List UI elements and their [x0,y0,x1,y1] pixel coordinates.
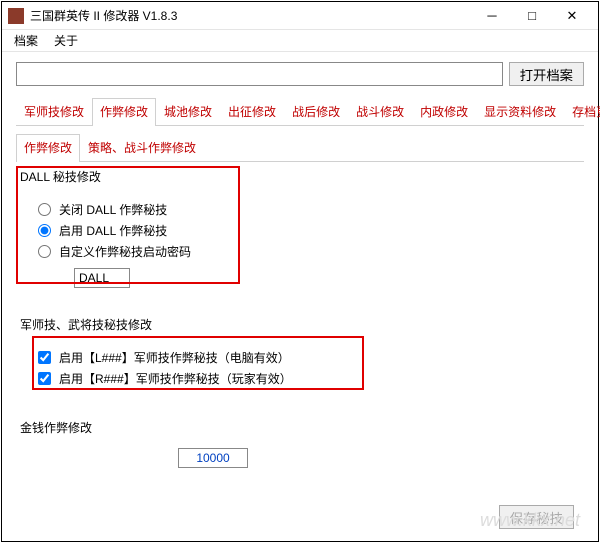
sub-tab-0[interactable]: 作弊修改 [16,134,80,162]
menubar: 档案 关于 [2,30,598,52]
window-title: 三国群英传 II 修改器 V1.8.3 [30,7,472,24]
dall-radio-label-2: 自定义作弊秘技启动密码 [59,243,191,260]
menu-file[interactable]: 档案 [6,30,46,51]
client-area: 打开档案 军师技修改作弊修改城池修改出征修改战后修改战斗修改内政修改显示资料修改… [2,52,598,541]
menu-about[interactable]: 关于 [46,30,86,51]
main-tab-6[interactable]: 内政修改 [412,98,476,125]
main-tabs: 军师技修改作弊修改城池修改出征修改战后修改战斗修改内政修改显示资料修改存档更名 [16,98,584,126]
dall-radio-group: 关闭 DALL 作弊秘技启用 DALL 作弊秘技自定义作弊秘技启动密码 [18,191,582,294]
main-tab-3[interactable]: 出征修改 [220,98,284,125]
sub-tab-1[interactable]: 策略、战斗作弊修改 [80,134,204,161]
skill-check-row-1: 启用【R###】军师技作弊秘技（玩家有效） [38,370,578,387]
dall-radio-row-0: 关闭 DALL 作弊秘技 [38,201,578,218]
footer: 保存秘技 [16,501,584,535]
maximize-button[interactable]: □ [512,4,552,28]
file-path-input[interactable] [16,62,503,86]
group-money: 金钱作弊修改 [18,419,582,474]
skill-check-label-1: 启用【R###】军师技作弊秘技（玩家有效） [59,370,292,387]
money-input[interactable] [178,448,248,468]
skill-check-group: 启用【L###】军师技作弊秘技（电脑有效） 启用【R###】军师技作弊秘技（玩家有… [18,339,582,397]
dall-radio-2[interactable] [38,245,51,258]
group-dall: DALL 秘技修改 关闭 DALL 作弊秘技启用 DALL 作弊秘技自定义作弊秘… [18,168,582,294]
dall-radio-label-0: 关闭 DALL 作弊秘技 [59,201,167,218]
dall-radio-label-1: 启用 DALL 作弊秘技 [59,222,167,239]
skill-check-1[interactable] [38,372,51,385]
dall-radio-1[interactable] [38,224,51,237]
main-tab-2[interactable]: 城池修改 [156,98,220,125]
main-tab-4[interactable]: 战后修改 [284,98,348,125]
open-file-button[interactable]: 打开档案 [509,62,584,86]
dall-custom-input[interactable] [74,268,130,288]
group-dall-title: DALL 秘技修改 [18,168,582,185]
titlebar: 三国群英传 II 修改器 V1.8.3 ─ □ ✕ [2,2,598,30]
main-tab-5[interactable]: 战斗修改 [348,98,412,125]
skill-check-label-0: 启用【L###】军师技作弊秘技（电脑有效） [59,349,290,366]
save-button[interactable]: 保存秘技 [499,505,574,529]
dall-radio-row-1: 启用 DALL 作弊秘技 [38,222,578,239]
main-tab-7[interactable]: 显示资料修改 [476,98,564,125]
file-row: 打开档案 [16,62,584,86]
dall-radio-0[interactable] [38,203,51,216]
tab-content: DALL 秘技修改 关闭 DALL 作弊秘技启用 DALL 作弊秘技自定义作弊秘… [16,162,584,501]
group-skill: 军师技、武将技秘技修改 启用【L###】军师技作弊秘技（电脑有效） 启用【R###… [18,316,582,397]
close-button[interactable]: ✕ [552,4,592,28]
app-window: 三国群英传 II 修改器 V1.8.3 ─ □ ✕ 档案 关于 打开档案 军师技… [1,1,599,542]
sub-tabs: 作弊修改策略、战斗作弊修改 [16,134,584,162]
group-money-title: 金钱作弊修改 [18,419,582,436]
minimize-button[interactable]: ─ [472,4,512,28]
main-tab-0[interactable]: 军师技修改 [16,98,92,125]
skill-check-0[interactable] [38,351,51,364]
main-tab-1[interactable]: 作弊修改 [92,98,156,126]
group-skill-title: 军师技、武将技秘技修改 [18,316,582,333]
app-icon [8,8,24,24]
main-tab-8[interactable]: 存档更名 [564,98,600,125]
skill-check-row-0: 启用【L###】军师技作弊秘技（电脑有效） [38,349,578,366]
dall-radio-row-2: 自定义作弊秘技启动密码 [38,243,578,260]
